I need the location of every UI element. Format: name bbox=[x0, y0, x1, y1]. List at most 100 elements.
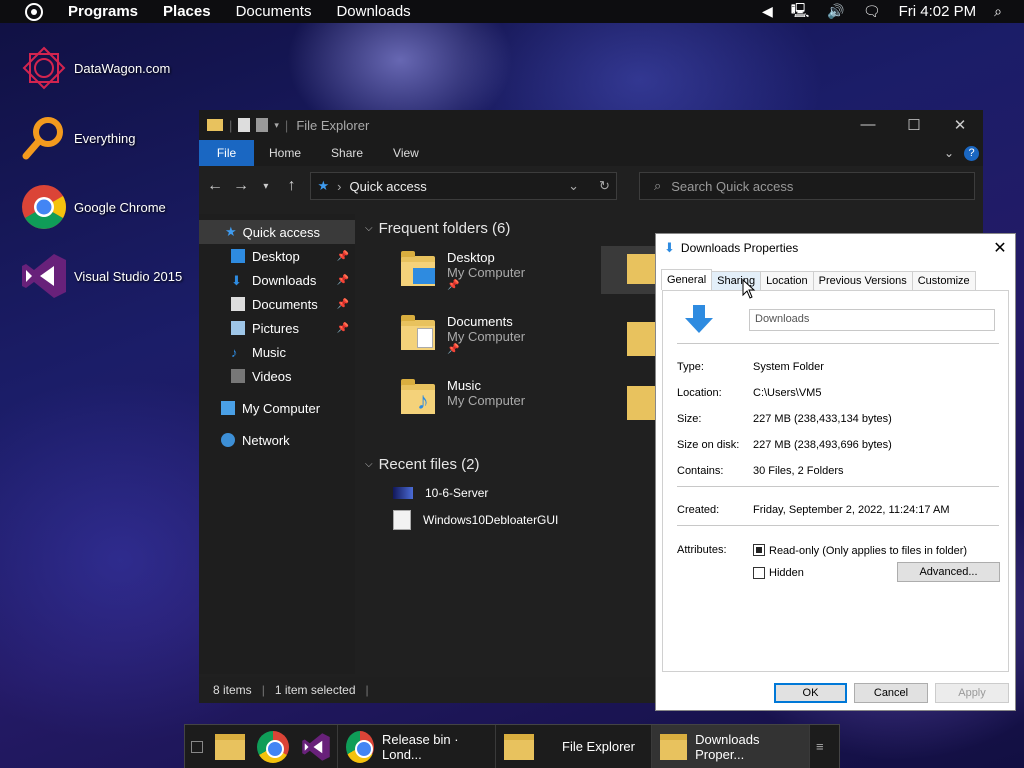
tab-share[interactable]: Share bbox=[316, 140, 378, 166]
folder-tile-documents[interactable]: Documents My Computer 📌 bbox=[399, 314, 525, 355]
explorer-titlebar[interactable]: | ▾ | File Explorer — ☐ ✕ bbox=[199, 110, 983, 140]
address-dropdown-icon[interactable]: ⌄ bbox=[568, 178, 579, 194]
star-icon: ★ bbox=[317, 178, 330, 193]
volume-icon[interactable]: 🔊 bbox=[827, 3, 844, 20]
notification-icon[interactable]: 🗨 bbox=[863, 3, 881, 20]
folder-name-field[interactable]: Downloads bbox=[749, 309, 995, 331]
apply-button[interactable]: Apply bbox=[935, 683, 1009, 703]
tab-home[interactable]: Home bbox=[254, 140, 316, 166]
new-folder-quick-icon[interactable] bbox=[256, 118, 269, 132]
network-tray-icon[interactable]: 🖳 bbox=[791, 0, 810, 24]
nav-item-quick-access[interactable]: ★ Quick access bbox=[199, 220, 355, 244]
field-value: Friday, September 2, 2022, 11:24:17 AM bbox=[753, 504, 950, 516]
nav-item-music[interactable]: ♪ Music bbox=[199, 340, 355, 364]
folder-tile-desktop[interactable]: Desktop My Computer 📌 bbox=[399, 250, 525, 291]
show-desktop-button[interactable] bbox=[185, 725, 209, 768]
tab-general[interactable]: General bbox=[661, 269, 713, 290]
nav-label: My Computer bbox=[242, 400, 321, 416]
tab-customize[interactable]: Customize bbox=[911, 271, 976, 290]
refresh-icon[interactable]: ↻ bbox=[599, 178, 610, 194]
menu-documents[interactable]: Documents bbox=[236, 3, 312, 20]
pinned-file-explorer[interactable] bbox=[209, 725, 251, 768]
recent-file-item[interactable]: Windows10DebloaterGUI bbox=[393, 510, 558, 530]
pin-icon[interactable]: 📌 bbox=[337, 323, 349, 334]
pin-icon[interactable]: 📌 bbox=[337, 299, 349, 310]
clock[interactable]: Fri 4:02 PM bbox=[899, 3, 977, 20]
quick-access-dropdown-icon[interactable]: ▾ bbox=[274, 120, 279, 131]
taskbar-window-explorer[interactable]: File Explorer bbox=[495, 725, 651, 768]
tile-name: Music bbox=[447, 378, 481, 393]
ok-button[interactable]: OK bbox=[774, 683, 847, 703]
field-label: Size: bbox=[677, 413, 702, 425]
address-bar[interactable]: ★ › Quick access ⌄ ↻ bbox=[310, 172, 617, 200]
videos-folder-icon[interactable] bbox=[627, 386, 657, 420]
close-icon[interactable]: ✕ bbox=[985, 238, 1015, 258]
pictures-folder-icon[interactable] bbox=[627, 322, 657, 356]
up-button[interactable]: ↑ bbox=[285, 177, 299, 195]
menu-programs[interactable]: Programs bbox=[68, 3, 138, 20]
field-label: Location: bbox=[677, 387, 722, 399]
pin-icon[interactable]: 📌 bbox=[337, 275, 349, 286]
nav-item-my-computer[interactable]: My Computer bbox=[199, 396, 355, 420]
folder-tile-downloads-selected[interactable] bbox=[601, 246, 661, 294]
hidden-checkbox[interactable]: Hidden bbox=[753, 567, 804, 579]
tab-view[interactable]: View bbox=[378, 140, 434, 166]
tab-file[interactable]: File bbox=[199, 140, 254, 166]
separator: | bbox=[284, 117, 289, 133]
maximize-button[interactable]: ☐ bbox=[891, 116, 937, 134]
menu-downloads[interactable]: Downloads bbox=[336, 3, 410, 20]
dialog-titlebar[interactable]: ⬇ Downloads Properties ✕ bbox=[656, 234, 1015, 262]
tab-location[interactable]: Location bbox=[760, 271, 814, 290]
recent-files-header[interactable]: ⌵ Recent files (2) bbox=[359, 452, 479, 476]
tray-expand-icon[interactable]: ◀ bbox=[762, 3, 773, 20]
pinned-visual-studio[interactable] bbox=[295, 725, 337, 768]
computer-icon bbox=[221, 401, 235, 415]
nav-item-desktop[interactable]: Desktop 📌 bbox=[199, 244, 355, 268]
start-button[interactable] bbox=[25, 2, 43, 21]
forward-button[interactable]: → bbox=[233, 177, 249, 195]
nav-item-network[interactable]: Network bbox=[199, 428, 355, 452]
recent-file-item[interactable]: 10-6-Server bbox=[393, 486, 488, 500]
minimize-button[interactable]: — bbox=[845, 116, 891, 134]
nav-item-documents[interactable]: Documents 📌 bbox=[199, 292, 355, 316]
folder-tile-music[interactable]: ♪ Music My Computer bbox=[399, 378, 525, 418]
cancel-button[interactable]: Cancel bbox=[854, 683, 928, 703]
properties-quick-icon[interactable] bbox=[238, 118, 251, 132]
desktop-icon-chrome[interactable]: Google Chrome bbox=[20, 183, 166, 231]
nav-item-pictures[interactable]: Pictures 📌 bbox=[199, 316, 355, 340]
search-input[interactable]: ⌕ Search Quick access bbox=[638, 172, 975, 200]
desktop-icon-visual-studio[interactable]: Visual Studio 2015 bbox=[20, 252, 182, 300]
recent-locations-icon[interactable]: ▾ bbox=[259, 181, 273, 192]
tile-name: Documents bbox=[447, 314, 513, 329]
back-button[interactable]: ← bbox=[207, 177, 223, 195]
tab-previous-versions[interactable]: Previous Versions bbox=[812, 271, 913, 290]
script-file-icon bbox=[393, 510, 411, 530]
nav-item-videos[interactable]: Videos bbox=[199, 364, 355, 388]
pin-icon: 📌 bbox=[447, 344, 460, 355]
search-icon[interactable]: ⌕ bbox=[994, 3, 1002, 20]
nav-label: Quick access bbox=[242, 224, 320, 240]
taskbar-menu-icon[interactable]: ≡ bbox=[809, 725, 830, 768]
menu-places[interactable]: Places bbox=[163, 3, 211, 20]
pin-icon[interactable]: 📌 bbox=[337, 251, 349, 262]
desktop-icon-everything[interactable]: Everything bbox=[20, 114, 135, 162]
field-row: Size: 227 MB (238,433,134 bytes) bbox=[677, 413, 892, 425]
frequent-folders-header[interactable]: ⌵ Frequent folders (6) bbox=[359, 216, 510, 240]
help-icon[interactable]: ? bbox=[964, 145, 979, 161]
readonly-checkbox[interactable]: Read-only (Only applies to files in fold… bbox=[753, 544, 967, 557]
advanced-button[interactable]: Advanced... bbox=[897, 562, 1000, 582]
close-button[interactable]: ✕ bbox=[937, 116, 983, 134]
readonly-label: Read-only (Only applies to files in fold… bbox=[769, 545, 968, 557]
desktop-icon-datawagon[interactable]: DataWagon.com bbox=[20, 44, 170, 92]
taskbar-window-chrome[interactable]: Release bin · Lond... bbox=[337, 725, 495, 768]
expand-ribbon-icon[interactable]: ⌄ bbox=[944, 146, 954, 160]
checkbox-unchecked[interactable] bbox=[753, 567, 765, 579]
folder-icon bbox=[504, 733, 534, 760]
pinned-chrome[interactable] bbox=[251, 725, 295, 768]
divider bbox=[677, 486, 999, 487]
pin-icon: 📌 bbox=[447, 280, 460, 291]
taskbar-window-properties[interactable]: Downloads Proper... bbox=[651, 725, 809, 768]
checkbox-indeterminate[interactable] bbox=[753, 544, 765, 556]
nav-item-downloads[interactable]: ⬇ Downloads 📌 bbox=[199, 268, 355, 292]
visual-studio-icon bbox=[20, 252, 68, 300]
